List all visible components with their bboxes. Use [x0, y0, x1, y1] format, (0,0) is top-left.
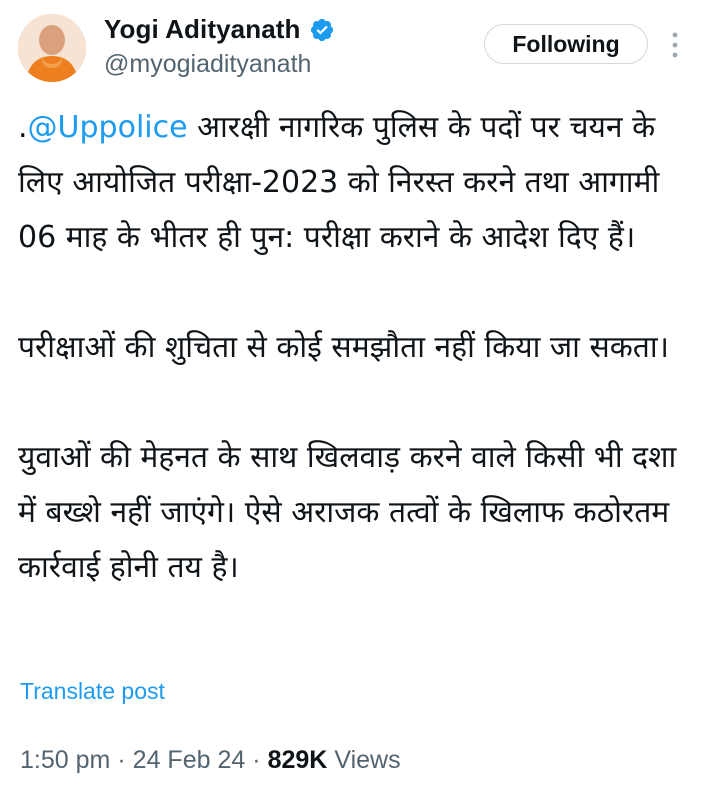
tweet-meta: 1:50 pm · 24 Feb 24 · 829K Views: [20, 746, 401, 775]
tweet-paragraph-text: परीक्षाओं की शुचिता से कोई समझौता नहीं क…: [18, 330, 670, 365]
tweet-paragraph-text: युवाओं की मेहनत के साथ खिलवाड़ करने वाले…: [18, 440, 677, 585]
views-count[interactable]: 829K: [268, 746, 328, 775]
tweet-header: Yogi Adityanath @myogiadityanath Followi…: [0, 0, 707, 90]
verified-badge-icon: [310, 18, 333, 41]
author-handle[interactable]: @myogiadityanath: [104, 50, 311, 79]
tweet-prefix: .: [18, 110, 28, 145]
tweet-paragraph: युवाओं की मेहनत के साथ खिलवाड़ करने वाले…: [18, 430, 690, 595]
tweet-date[interactable]: 24 Feb 24: [133, 746, 246, 775]
more-vertical-icon[interactable]: [668, 30, 682, 60]
meta-separator: ·: [117, 746, 126, 774]
tweet-text: .@Uppolice आरक्षी नागरिक पुलिस के पदों प…: [18, 100, 690, 595]
avatar-image: [18, 14, 86, 82]
author-name-row: Yogi Adityanath: [104, 14, 335, 45]
meta-separator: ·: [252, 746, 261, 774]
mention-link[interactable]: @Uppolice: [28, 110, 188, 145]
tweet-time[interactable]: 1:50 pm: [20, 746, 110, 775]
tweet-paragraph: परीक्षाओं की शुचिता से कोई समझौता नहीं क…: [18, 320, 690, 375]
author-display-name[interactable]: Yogi Adityanath: [104, 14, 301, 45]
views-label: Views: [334, 746, 401, 774]
tweet-paragraph: .@Uppolice आरक्षी नागरिक पुलिस के पदों प…: [18, 100, 690, 265]
avatar[interactable]: [18, 14, 86, 82]
following-button[interactable]: Following: [484, 24, 648, 64]
translate-post-link[interactable]: Translate post: [20, 678, 165, 705]
